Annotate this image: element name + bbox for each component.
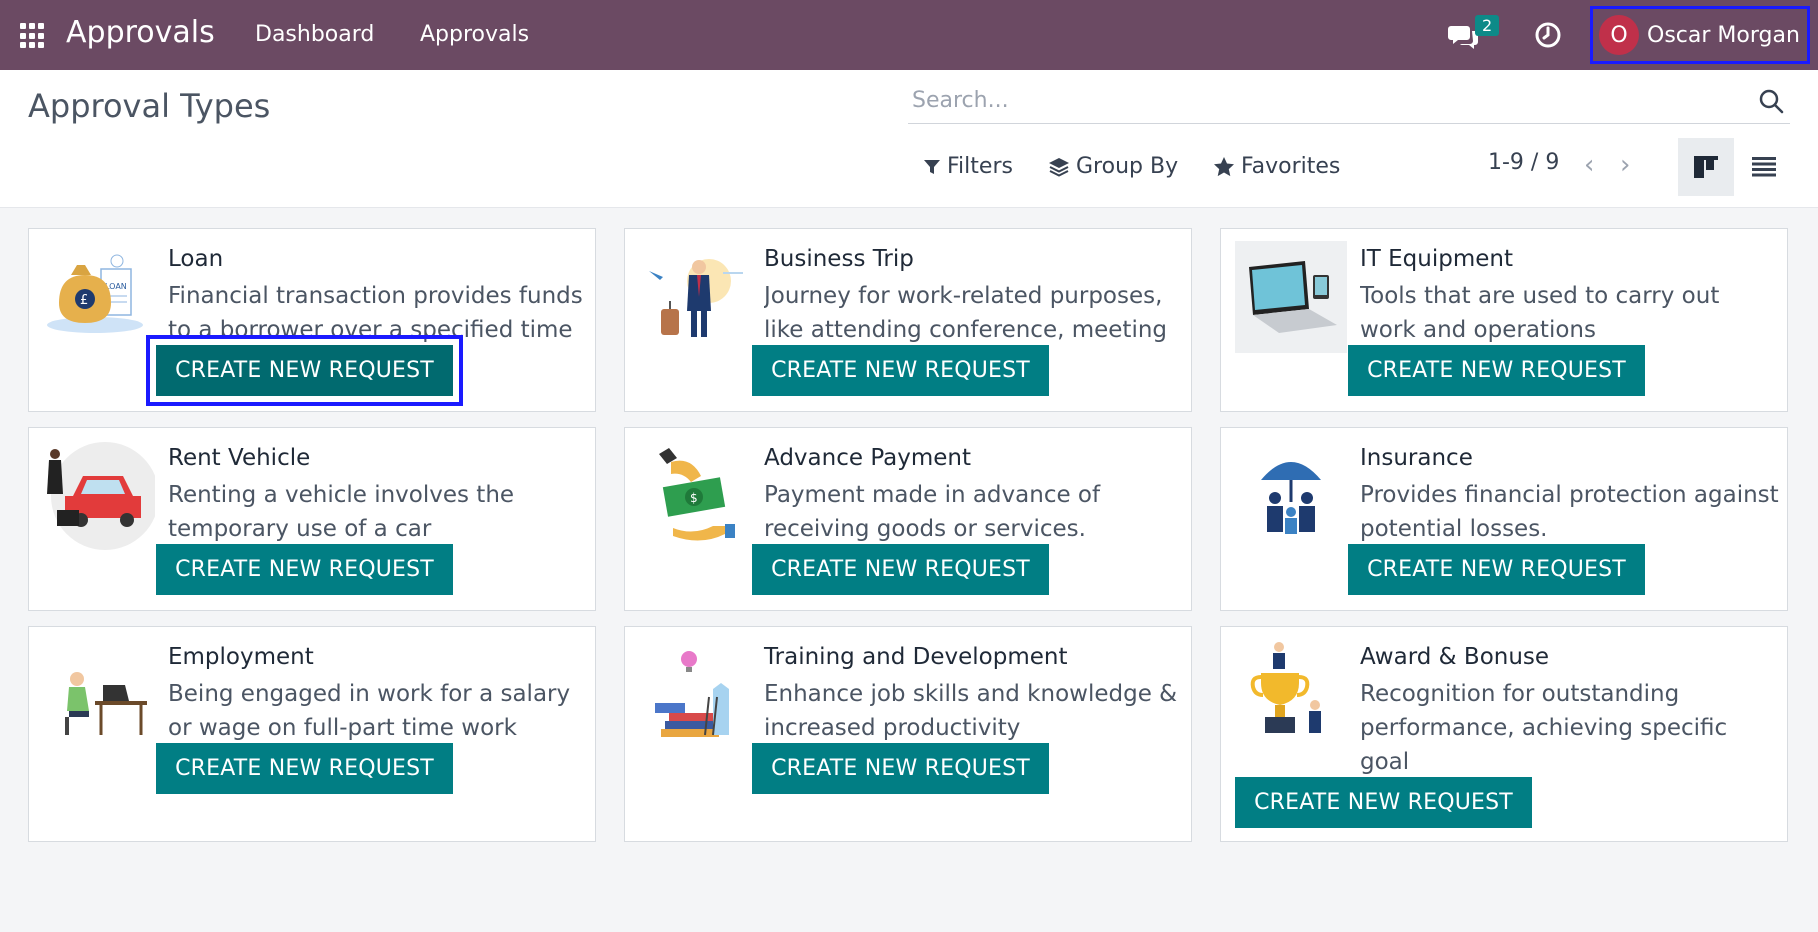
approval-card-it-equipment[interactable]: IT Equipment Tools that are used to carr…: [1220, 228, 1788, 412]
card-title[interactable]: Award & Bonuse: [1360, 644, 1549, 670]
list-view-button[interactable]: [1736, 138, 1792, 196]
laptop-icon: [1235, 241, 1347, 353]
favorites-button[interactable]: Favorites: [1213, 154, 1340, 179]
control-panel: Approval Types Filters Group By Favorite…: [0, 70, 1818, 208]
card-description: Payment made in advance of receiving goo…: [764, 482, 1101, 542]
groupby-button[interactable]: Group By: [1048, 154, 1178, 179]
svg-text:$: $: [690, 491, 698, 505]
create-new-request-button[interactable]: CREATE NEW REQUEST: [1348, 544, 1645, 595]
approval-card-business-trip[interactable]: Business Trip Journey for work-related p…: [624, 228, 1192, 412]
card-description: Financial transaction provides funds to …: [168, 283, 583, 343]
groupby-label: Group By: [1076, 154, 1179, 179]
search-icon[interactable]: [1758, 88, 1784, 114]
page-title: Approval Types: [28, 87, 271, 125]
menu-approvals[interactable]: Approvals: [420, 22, 529, 47]
create-new-request-button[interactable]: CREATE NEW REQUEST: [146, 335, 463, 406]
filters-label: Filters: [947, 154, 1013, 179]
user-name: Oscar Morgan: [1647, 22, 1800, 48]
kanban-icon: [1694, 156, 1718, 178]
layers-icon: [1049, 157, 1069, 177]
create-new-request-button[interactable]: CREATE NEW REQUEST: [752, 544, 1049, 595]
favorites-label: Favorites: [1241, 154, 1341, 179]
card-title[interactable]: Rent Vehicle: [168, 445, 310, 471]
approval-card-training-development[interactable]: Training and Development Enhance job ski…: [624, 626, 1192, 842]
car-icon: [47, 442, 155, 550]
office-worker-icon: [65, 672, 147, 735]
app-brand[interactable]: Approvals: [66, 15, 215, 50]
approval-card-advance-payment[interactable]: $ Advance Payment Payment made in advanc…: [624, 427, 1192, 611]
card-description: Tools that are used to carry out work an…: [1360, 283, 1720, 343]
apps-grid-icon[interactable]: [20, 23, 46, 49]
filters-button[interactable]: Filters: [923, 154, 1013, 179]
star-icon: [1214, 157, 1234, 177]
top-navbar: Approvals Dashboard Approvals 2 O Oscar …: [0, 0, 1818, 70]
payment-hand-icon: $: [659, 448, 735, 541]
card-description: Renting a vehicle involves the temporary…: [168, 482, 515, 542]
chat-count-badge: 2: [1475, 15, 1500, 36]
svg-text:£: £: [80, 293, 88, 308]
card-title[interactable]: Loan: [168, 246, 223, 272]
create-new-request-button[interactable]: CREATE NEW REQUEST: [1348, 345, 1645, 396]
card-description: Enhance job skills and knowledge & incre…: [764, 681, 1178, 741]
approval-card-employment[interactable]: Employment Being engaged in work for a s…: [28, 626, 596, 842]
search-input[interactable]: [908, 80, 1728, 120]
books-lightbulb-icon: [655, 651, 729, 737]
trophy-icon: [1250, 642, 1321, 733]
user-menu[interactable]: O Oscar Morgan: [1590, 6, 1810, 64]
card-title[interactable]: Business Trip: [764, 246, 914, 272]
card-description: Recognition for outstanding performance,…: [1360, 681, 1728, 775]
approval-card-loan[interactable]: LOAN £ Loan Financial transaction provid…: [28, 228, 596, 412]
card-title[interactable]: Insurance: [1360, 445, 1473, 471]
approval-card-rent-vehicle[interactable]: Rent Vehicle Renting a vehicle involves …: [28, 427, 596, 611]
search-bar: [908, 80, 1790, 124]
create-new-request-button[interactable]: CREATE NEW REQUEST: [1235, 777, 1532, 828]
clock-icon[interactable]: [1534, 21, 1562, 49]
create-new-request-button[interactable]: CREATE NEW REQUEST: [156, 743, 453, 794]
list-icon: [1752, 157, 1776, 177]
approval-card-award-bonuse[interactable]: Award & Bonuse Recognition for outstandi…: [1220, 626, 1788, 842]
card-description: Journey for work-related purposes, like …: [764, 283, 1168, 343]
business-trip-icon: [649, 259, 743, 337]
card-title[interactable]: Training and Development: [764, 644, 1067, 670]
avatar: O: [1599, 15, 1639, 55]
create-new-request-button[interactable]: CREATE NEW REQUEST: [752, 743, 1049, 794]
pager-value[interactable]: 1-9 / 9: [1488, 150, 1559, 175]
approval-card-insurance[interactable]: Insurance Provides financial protection …: [1220, 427, 1788, 611]
card-description: Provides financial protection against po…: [1360, 482, 1779, 542]
card-title[interactable]: Advance Payment: [764, 445, 971, 471]
create-new-request-button[interactable]: CREATE NEW REQUEST: [752, 345, 1049, 396]
umbrella-family-icon: [1261, 462, 1321, 534]
card-description: Being engaged in work for a salary or wa…: [168, 681, 571, 741]
loan-bag-icon: LOAN £: [47, 254, 143, 333]
card-title[interactable]: IT Equipment: [1360, 246, 1513, 272]
kanban-view-button[interactable]: [1678, 138, 1734, 196]
pager-previous-button[interactable]: ‹: [1584, 150, 1594, 180]
pager-next-button[interactable]: ›: [1620, 150, 1630, 180]
create-new-request-button[interactable]: CREATE NEW REQUEST: [156, 544, 453, 595]
menu-dashboard[interactable]: Dashboard: [255, 22, 374, 47]
filter-icon: [924, 159, 940, 174]
card-title[interactable]: Employment: [168, 644, 314, 670]
